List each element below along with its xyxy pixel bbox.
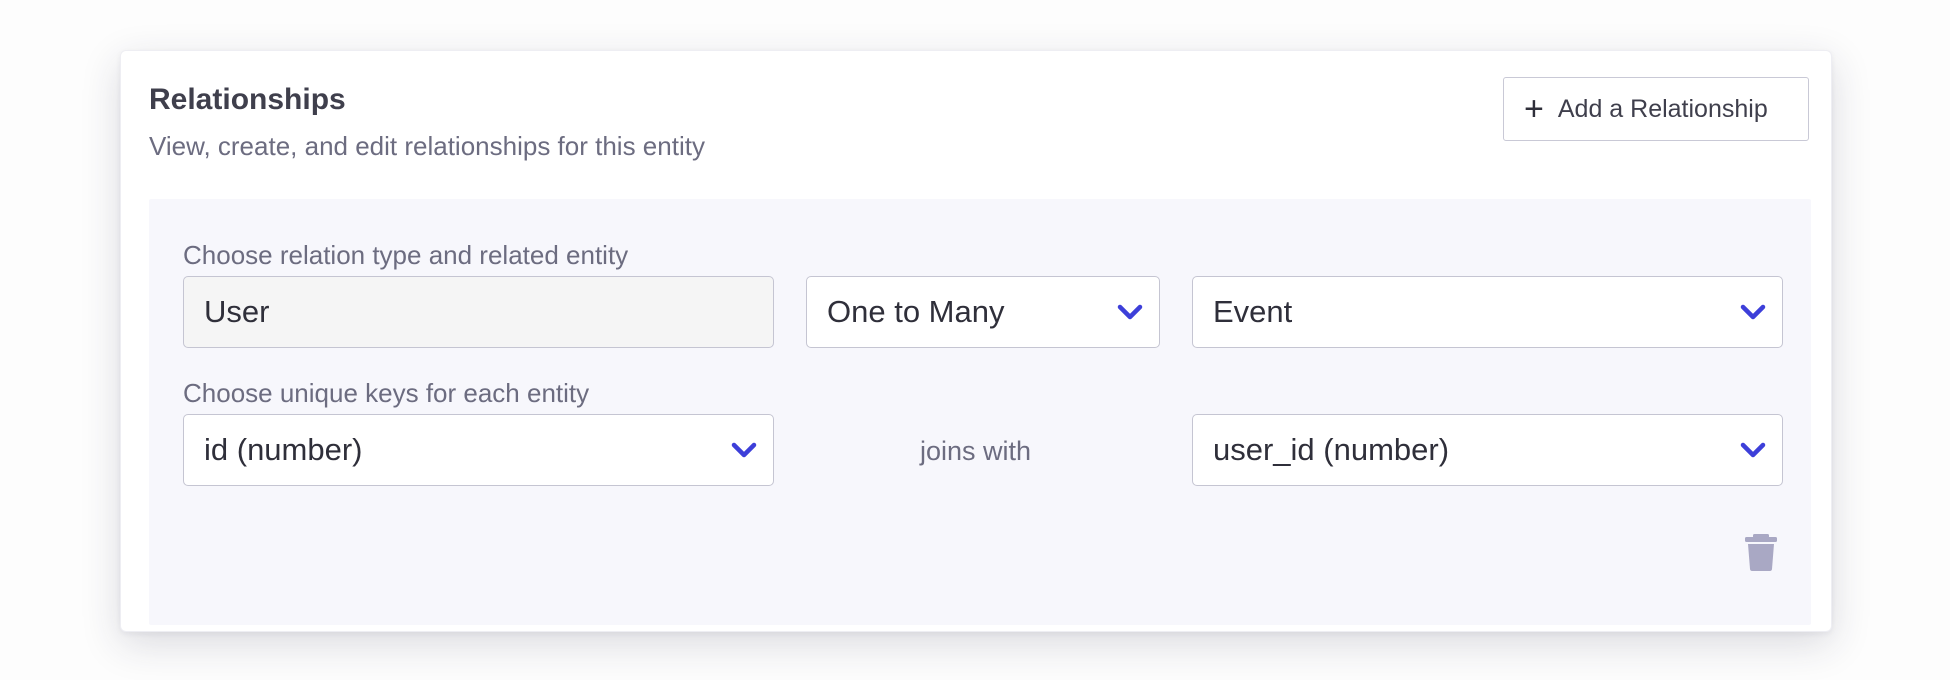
source-entity-value: User xyxy=(204,294,270,329)
related-key-value: user_id (number) xyxy=(1213,432,1450,467)
related-entity-value: Event xyxy=(1213,294,1293,329)
chevron-down-icon xyxy=(1740,304,1766,320)
relation-type-label: Choose relation type and related entity xyxy=(183,240,629,270)
source-entity-field: User xyxy=(183,276,774,348)
chevron-down-icon xyxy=(1117,304,1143,320)
plus-icon: + xyxy=(1524,90,1544,128)
related-entity-select[interactable]: Event xyxy=(1192,276,1783,348)
section-subtitle: View, create, and edit relationships for… xyxy=(149,131,705,161)
relation-type-value: One to Many xyxy=(827,294,1005,329)
chevron-down-icon xyxy=(731,442,757,458)
source-key-value: id (number) xyxy=(204,432,363,467)
chevron-down-icon xyxy=(1740,442,1766,458)
related-key-select[interactable]: user_id (number) xyxy=(1192,414,1783,486)
source-key-select[interactable]: id (number) xyxy=(183,414,774,486)
joins-with-text: joins with xyxy=(920,436,1032,466)
section-title: Relationships xyxy=(149,83,346,116)
unique-keys-label: Choose unique keys for each entity xyxy=(183,378,590,408)
add-relationship-label: Add a Relationship xyxy=(1557,94,1768,123)
add-relationship-button[interactable]: + Add a Relationship xyxy=(1503,77,1809,141)
relation-type-select[interactable]: One to Many xyxy=(806,276,1160,348)
trash-icon[interactable] xyxy=(1741,532,1781,572)
